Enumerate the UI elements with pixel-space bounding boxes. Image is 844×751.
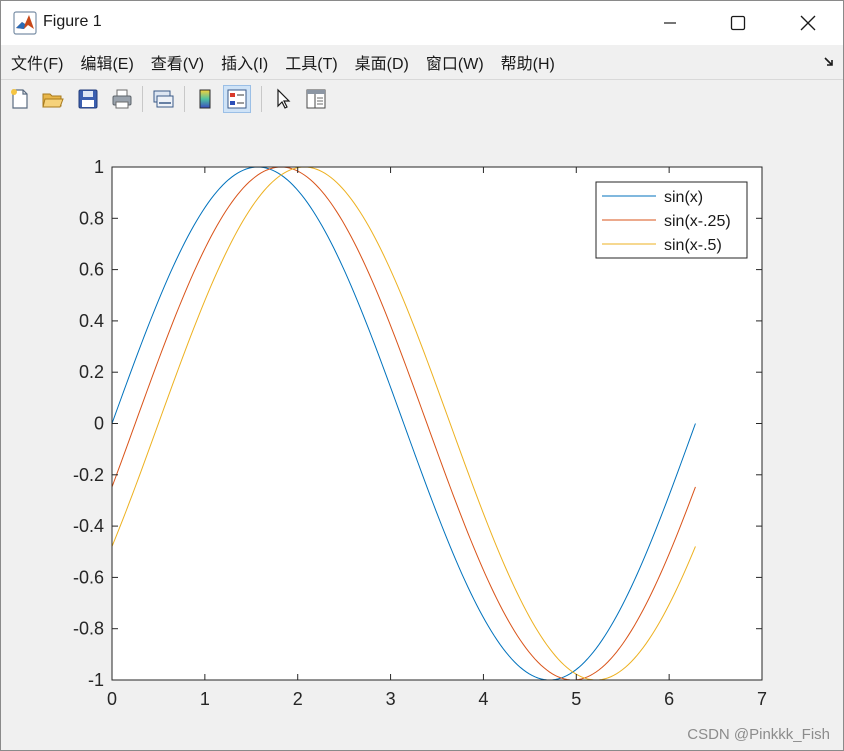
edit-plot-button[interactable] — [269, 85, 297, 113]
toolbar-separator — [184, 86, 185, 112]
legend-label: sin(x) — [664, 189, 703, 206]
close-icon — [800, 15, 816, 31]
figure-canvas[interactable]: 0 1 2 3 4 5 6 7 -1 -0.8 -0.6 -0.4 -0.2 0 0.2 0.4 0.6 0.8 1… — [1, 118, 843, 750]
figure-toolbar — [1, 79, 843, 119]
menu-bar: 文件(F) 编辑(E) 查看(V) 插入(I) 工具(T) 桌面(D) 窗口(W… — [1, 45, 843, 79]
x-tick-label: 7 — [757, 689, 767, 709]
close-button[interactable] — [773, 1, 843, 45]
insert-colorbar-button[interactable] — [191, 85, 219, 113]
colorbar-icon — [199, 89, 211, 109]
x-tick-label: 4 — [478, 689, 488, 709]
x-tick-label: 6 — [664, 689, 674, 709]
menu-view[interactable]: 查看(V) — [151, 50, 204, 74]
y-tick-label: -0.2 — [73, 465, 104, 485]
y-tick-label: -0.8 — [73, 619, 104, 639]
y-tick-label: -0.6 — [73, 567, 104, 587]
menu-file[interactable]: 文件(F) — [11, 50, 63, 74]
property-inspector-icon — [306, 89, 326, 109]
menu-window[interactable]: 窗口(W) — [426, 50, 484, 74]
legend-icon — [227, 89, 247, 109]
maximize-icon — [730, 15, 746, 31]
matlab-logo-icon — [13, 11, 37, 35]
open-file-button[interactable] — [39, 85, 67, 113]
x-tick-label: 0 — [107, 689, 117, 709]
property-inspector-button[interactable] — [302, 85, 330, 113]
menu-insert[interactable]: 插入(I) — [221, 50, 268, 74]
y-tick-label: 0.2 — [79, 362, 104, 382]
menu-tools[interactable]: 工具(T) — [285, 50, 337, 74]
maximize-button[interactable] — [703, 1, 773, 45]
x-tick-label: 5 — [571, 689, 581, 709]
title-bar[interactable]: Figure 1 — [1, 1, 843, 45]
save-icon — [78, 89, 98, 109]
legend-label: sin(x-.5) — [664, 237, 722, 254]
watermark: CSDN @Pinkkk_Fish — [687, 726, 830, 743]
save-button[interactable] — [74, 85, 102, 113]
x-tick-label: 3 — [386, 689, 396, 709]
figure-window: Figure 1 文件(F) 编辑(E) 查看(V) 插入(I) 工具(T) 桌… — [0, 0, 844, 751]
print-button[interactable] — [108, 85, 136, 113]
y-tick-label: 0.4 — [79, 311, 104, 331]
dock-figure-icon[interactable] — [823, 56, 835, 68]
y-tick-label: -0.4 — [73, 516, 104, 536]
line-plot[interactable]: 0 1 2 3 4 5 6 7 -1 -0.8 -0.6 -0.4 -0.2 0 0.2 0.4 0.6 0.8 1… — [1, 118, 843, 750]
y-tick-label: 0 — [94, 414, 104, 434]
new-figure-icon — [11, 89, 28, 109]
print-icon — [112, 89, 132, 109]
edit-plot-pointer-icon — [277, 88, 291, 109]
link-plot-icon — [153, 90, 174, 108]
menu-desktop[interactable]: 桌面(D) — [355, 50, 409, 74]
minimize-icon — [664, 22, 676, 24]
y-tick-label: 0.6 — [79, 260, 104, 280]
toolbar-separator — [142, 86, 143, 112]
open-file-icon — [42, 93, 64, 108]
x-tick-label: 2 — [293, 689, 303, 709]
new-figure-button[interactable] — [6, 85, 34, 113]
legend-label: sin(x-.25) — [664, 213, 731, 230]
link-plot-button[interactable] — [149, 85, 177, 113]
y-tick-label: 1 — [94, 157, 104, 177]
y-tick-label: -1 — [88, 670, 104, 690]
x-tick-label: 1 — [200, 689, 210, 709]
y-tick-label: 0.8 — [79, 208, 104, 228]
minimize-button[interactable] — [635, 1, 705, 45]
window-title: Figure 1 — [43, 13, 102, 30]
menu-edit[interactable]: 编辑(E) — [80, 50, 133, 74]
insert-legend-button[interactable] — [223, 85, 251, 113]
menu-help[interactable]: 帮助(H) — [501, 50, 555, 74]
toolbar-separator — [261, 86, 262, 112]
